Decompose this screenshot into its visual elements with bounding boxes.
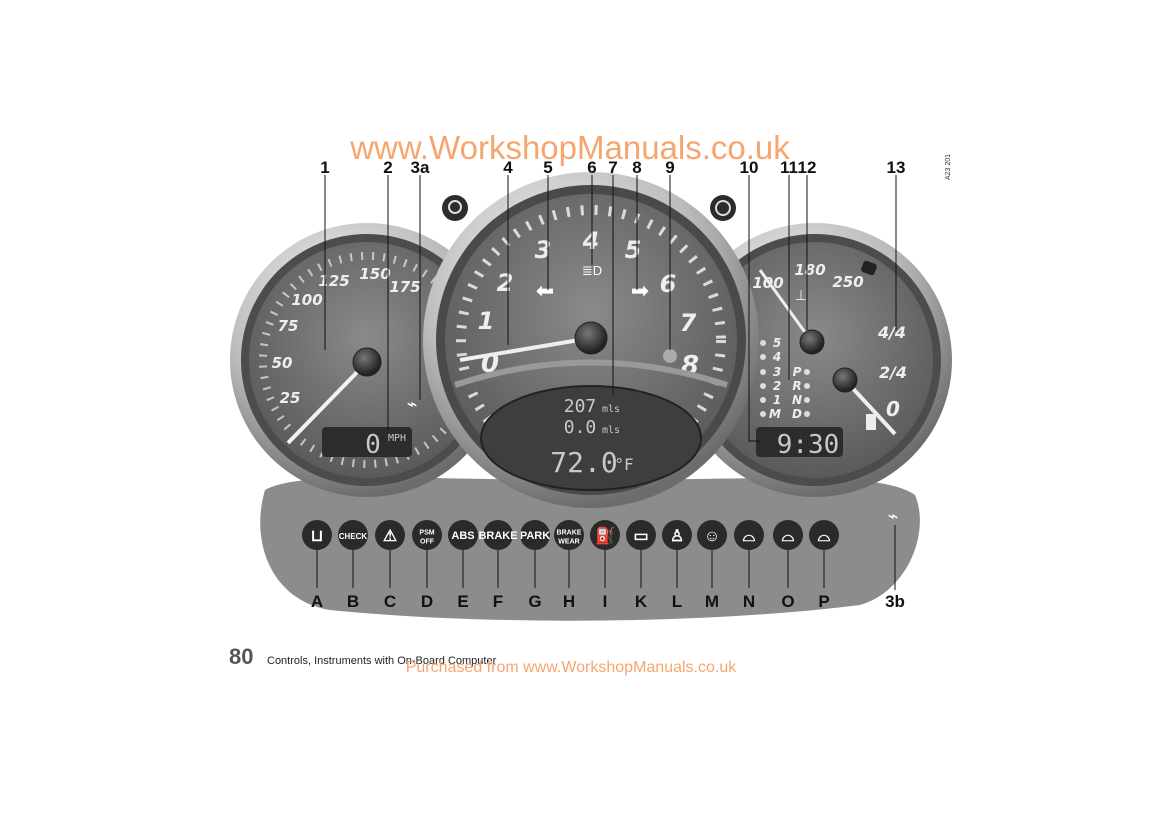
fuel-pump-icon xyxy=(866,414,876,430)
trip-meter: 0.0 xyxy=(564,417,597,438)
warning-light-text: ABS xyxy=(451,530,474,542)
rpm-tick-label: 1 xyxy=(478,307,495,335)
warning-light-text: PSM xyxy=(419,530,434,537)
warning-light-text: PARK xyxy=(520,530,550,542)
cruise-indicator-icon: ⌁ xyxy=(407,394,418,414)
fuel-tick-label: 4/4 xyxy=(877,323,906,342)
callout-label: B xyxy=(347,592,359,611)
trip-meter-unit: mls xyxy=(602,425,620,436)
clock-value: 9:30 xyxy=(777,430,840,460)
turn-signal-left-icon: ⬅ xyxy=(536,278,554,303)
high-beam-icon: ≣D xyxy=(582,263,602,278)
callout-label: C xyxy=(384,592,396,611)
callout-label: H xyxy=(563,592,575,611)
speed-value: 0 xyxy=(365,430,381,460)
gear-label: M xyxy=(769,407,781,421)
callout-label: I xyxy=(603,592,608,611)
watermark: Purchased from www.WorkshopManuals.co.uk xyxy=(406,659,738,676)
speed-tick-label: 125 xyxy=(318,272,349,290)
selector-label: R xyxy=(792,379,801,393)
callout-label: A xyxy=(311,592,323,611)
clock-adjust-knob-icon xyxy=(710,195,736,221)
svg-text:♙: ♙ xyxy=(670,528,684,545)
selector-label: P xyxy=(793,365,802,379)
callout-label: 13 xyxy=(887,158,906,177)
rpm-tick-label: 3 xyxy=(535,236,552,264)
svg-text:⚠: ⚠ xyxy=(383,528,397,545)
rpm-tick-label: 5 xyxy=(625,236,642,264)
indicator-lamp xyxy=(663,349,677,363)
gear-label: 5 xyxy=(773,336,781,350)
temp-tick-label: 180 xyxy=(794,261,825,279)
svg-text:⛽: ⛽ xyxy=(595,526,615,545)
svg-text:⌓: ⌓ xyxy=(782,528,795,545)
watermark: www.WorkshopManuals.co.uk xyxy=(349,129,790,166)
temp-tick-label: 250 xyxy=(832,273,863,291)
rpm-tick-label: 4 xyxy=(582,227,600,255)
outside-temperature: 72.0 xyxy=(550,446,617,479)
gear-label: 3 xyxy=(773,365,781,379)
manual-page: 25 50 75 100 125 150 175 0 MPH ⌁ 100 180… xyxy=(0,0,1170,827)
svg-text:☺: ☺ xyxy=(704,528,720,545)
callout-label: G xyxy=(528,592,541,611)
callout-label: L xyxy=(672,592,682,611)
selector-label: D xyxy=(792,407,802,421)
temperature-unit: °F xyxy=(614,455,633,474)
trip-reset-knob-icon xyxy=(442,195,468,221)
page-number: 80 xyxy=(229,644,253,669)
rpm-tick-label: 2 xyxy=(497,269,514,297)
trip-unit: mls xyxy=(602,404,620,415)
warning-light-text: BRAKE xyxy=(478,530,517,542)
figure-code: A23 201 xyxy=(945,154,952,180)
tachometer: 0 1 2 3 4 5 6 7 8 ⬅ ➡ ≣D 207 mls 0.0 mls… xyxy=(423,172,759,508)
rpm-tick-label: 6 xyxy=(660,270,677,298)
speed-tick-label: 25 xyxy=(280,389,301,407)
svg-text:⊔: ⊔ xyxy=(311,528,323,545)
callout-label: K xyxy=(635,592,648,611)
warning-light-text: CHECK xyxy=(339,532,368,541)
speed-tick-label: 175 xyxy=(389,278,420,296)
callout-label: M xyxy=(705,592,719,611)
cruise-control-icon: ⌁ xyxy=(888,506,899,526)
speed-tick-label: 150 xyxy=(359,265,390,283)
selector-label: N xyxy=(792,393,802,407)
gear-label: 4 xyxy=(772,350,781,364)
callout-label: N xyxy=(743,592,755,611)
fuel-tick-label: 2/4 xyxy=(879,363,907,382)
warning-light-text: OFF xyxy=(420,539,435,546)
callout-label: E xyxy=(457,592,468,611)
gear-label: 1 xyxy=(773,393,781,407)
svg-text:⌓: ⌓ xyxy=(818,528,831,545)
gear-label: 2 xyxy=(773,379,781,393)
speed-unit: MPH xyxy=(388,433,406,444)
instrument-cluster-illustration: 25 50 75 100 125 150 175 0 MPH ⌁ 100 180… xyxy=(229,129,952,676)
warning-light-text: BRAKE xyxy=(557,530,582,537)
callout-label: 1 xyxy=(320,158,329,177)
callout-label: F xyxy=(493,592,503,611)
turn-signal-right-icon: ➡ xyxy=(631,278,649,303)
callout-label: D xyxy=(421,592,433,611)
speed-tick-label: 50 xyxy=(272,354,293,372)
speed-tick-label: 75 xyxy=(278,317,299,335)
warning-light-text: WEAR xyxy=(558,539,579,546)
svg-text:▭: ▭ xyxy=(633,528,648,545)
callout-label: 12 xyxy=(798,158,817,177)
coolant-temp-icon: ⊥ xyxy=(795,287,807,303)
callout-label: P xyxy=(818,592,829,611)
speed-tick-label: 100 xyxy=(291,291,322,309)
svg-text:⌓: ⌓ xyxy=(743,528,756,545)
trip-odometer: 207 xyxy=(564,396,597,417)
callout-label: 3b xyxy=(885,592,905,611)
rpm-tick-label: 7 xyxy=(680,309,697,337)
fuel-tick-label: 0 xyxy=(886,397,900,421)
callout-label: O xyxy=(781,592,794,611)
